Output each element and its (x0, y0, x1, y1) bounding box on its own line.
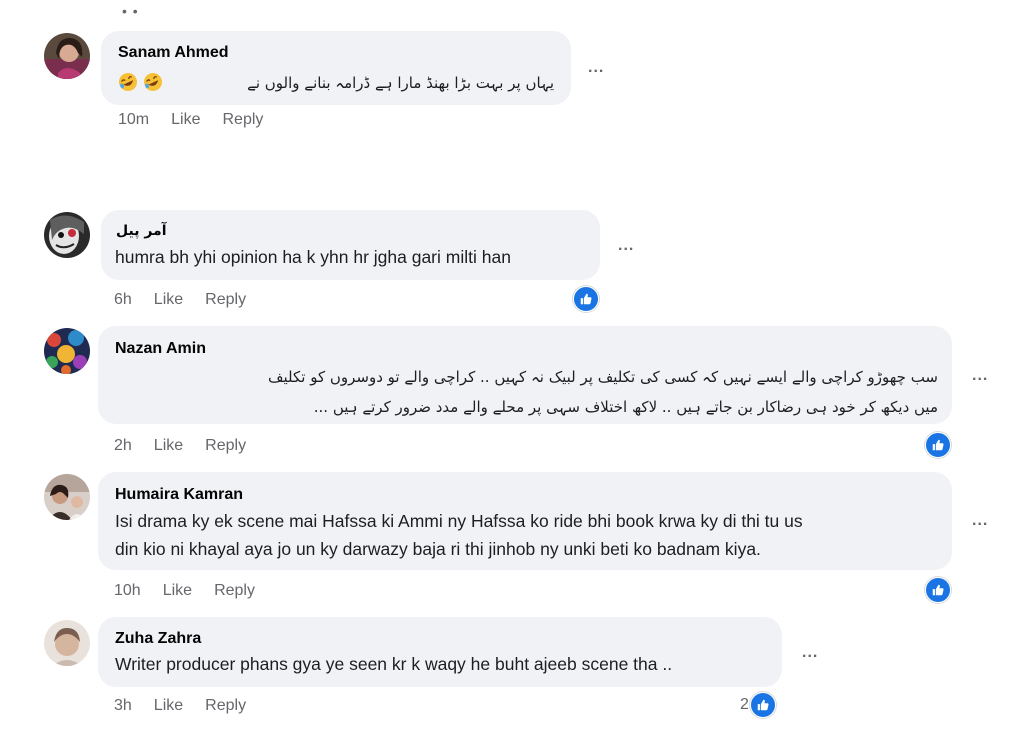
reaction-count: 2 (740, 696, 749, 713)
comment-text: Writer producer phans gya ye seen kr k w… (115, 654, 673, 674)
comment-text: یہاں پر بہت بڑا بھنڈ مارا ہے ڈرامہ بنانے… (247, 74, 554, 92)
reply-button[interactable]: Reply (205, 437, 246, 454)
comment-meta: 6h Like Reply (114, 290, 268, 310)
comment-author[interactable]: آمر پیل (116, 221, 167, 241)
comment-author[interactable]: Humaira Kamran (115, 485, 243, 505)
comment-meta: 2h Like Reply (114, 436, 268, 456)
reply-button[interactable]: Reply (205, 291, 246, 308)
comment-meta: 3h Like Reply (114, 696, 268, 716)
comment-text-line: Isi drama ky ek scene mai Hafssa ki Ammi… (115, 511, 803, 531)
like-reaction-icon (573, 286, 599, 312)
avatar[interactable] (44, 33, 90, 79)
comment-options-button[interactable]: ... (618, 238, 634, 254)
comment-timestamp[interactable]: 10h (114, 582, 141, 599)
truncated-content-dots: • • (122, 3, 139, 19)
comment-text-line: din kio ni khayal aya jo un ky darwazy b… (115, 539, 761, 559)
comment-author[interactable]: Nazan Amin (115, 339, 206, 359)
like-button[interactable]: Like (154, 291, 183, 308)
avatar[interactable] (44, 212, 90, 258)
comment-text-line: میں دیکھ کر خود ہی رضاکار بن جاتے ہیں ..… (313, 398, 938, 416)
rolling-on-floor-laughing-icon (119, 73, 137, 92)
comments-page: • • Sanam Ahmed یہاں پر بہت بڑا بھنڈ مار… (0, 0, 1024, 732)
comment-options-button[interactable]: ... (802, 645, 818, 661)
comment-options-button[interactable]: ... (972, 513, 988, 529)
like-button[interactable]: Like (163, 582, 192, 599)
like-button[interactable]: Like (154, 697, 183, 714)
reply-button[interactable]: Reply (214, 582, 255, 599)
reaction-summary[interactable]: 2 (740, 692, 776, 718)
comment-meta: 10h Like Reply (114, 581, 277, 601)
comment-timestamp[interactable]: 10m (118, 111, 149, 128)
comment-bubble: آمر پیل humra bh yhi opinion ha k yhn hr… (101, 210, 600, 280)
comment-options-button[interactable]: ... (588, 60, 604, 76)
like-reaction-icon (925, 577, 951, 603)
comment-bubble: Zuha Zahra Writer producer phans gya ye … (98, 617, 782, 687)
reply-button[interactable]: Reply (205, 697, 246, 714)
avatar[interactable] (44, 328, 90, 374)
comment-options-button[interactable]: ... (972, 368, 988, 384)
comment-text-line: سب چھوڑو کراچی والے ایسے نہیں کہ کسی کی … (267, 368, 938, 386)
comment-bubble: Nazan Amin سب چھوڑو کراچی والے ایسے نہیں… (98, 326, 952, 424)
comment-text (118, 67, 163, 95)
comment-timestamp[interactable]: 6h (114, 291, 132, 308)
like-button[interactable]: Like (171, 111, 200, 128)
reply-button[interactable]: Reply (222, 111, 263, 128)
comment-timestamp[interactable]: 2h (114, 437, 132, 454)
comment-timestamp[interactable]: 3h (114, 697, 132, 714)
reaction-summary[interactable] (925, 432, 951, 458)
reaction-summary[interactable] (925, 577, 951, 603)
comment-bubble: Sanam Ahmed یہاں پر بہت بڑا بھنڈ مارا ہے… (101, 31, 571, 105)
comment-text: humra bh yhi opinion ha k yhn hr jgha ga… (115, 247, 511, 267)
avatar[interactable] (44, 474, 90, 520)
like-button[interactable]: Like (154, 437, 183, 454)
comment-author[interactable]: Zuha Zahra (115, 629, 201, 649)
comment-meta: 10m Like Reply (118, 110, 285, 130)
like-reaction-icon (925, 432, 951, 458)
comment-bubble: Humaira Kamran Isi drama ky ek scene mai… (98, 472, 952, 570)
like-reaction-icon (749, 692, 776, 718)
rolling-on-floor-laughing-icon (143, 73, 162, 92)
comment-author[interactable]: Sanam Ahmed (118, 43, 229, 63)
avatar[interactable] (44, 620, 90, 666)
reaction-summary[interactable] (573, 286, 599, 312)
